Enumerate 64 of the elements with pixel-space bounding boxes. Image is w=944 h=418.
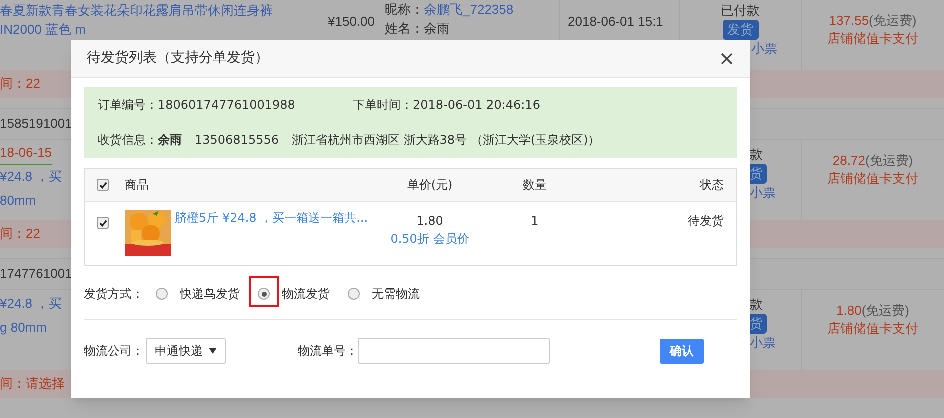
confirm-button[interactable]: 确认 — [660, 338, 704, 364]
item-status: 待发货 — [687, 213, 724, 230]
payment-status: 款 — [750, 146, 763, 164]
payment-method: 店铺储值卡支付 — [828, 170, 918, 188]
order-amount: 137.55(免运费) — [829, 12, 917, 30]
shipping-option[interactable]: 物流发货 — [282, 285, 330, 303]
product-link[interactable]: 80mm — [0, 189, 36, 213]
buyer-name: 姓名：余雨 — [385, 20, 451, 38]
product-link[interactable]: g 80mm — [0, 316, 47, 340]
order-date: 2018-06-01 15:1 — [568, 14, 664, 29]
shipping-option[interactable]: 快递鸟发货 — [180, 285, 240, 303]
receiver-phone: 13506815556 — [195, 132, 279, 150]
column-header: 商品 — [125, 177, 150, 194]
product-link[interactable]: ¥24.8 ，买 — [0, 165, 62, 189]
radio-button[interactable] — [156, 288, 168, 300]
payment-method: 店铺储值卡支付 — [828, 30, 918, 48]
product-link[interactable]: IN2000 蓝色 m — [0, 20, 86, 39]
receipt-link[interactable]: 小票 — [750, 184, 776, 202]
dropdown-arrow-icon — [209, 348, 217, 354]
column-header: 状态 — [699, 177, 724, 194]
column-header: 单价(元) — [406, 177, 454, 194]
product-link[interactable]: 春夏新款青春女装花朵印花露肩吊带休闲连身裤 — [0, 1, 273, 20]
price: ¥150.00 — [328, 13, 375, 31]
ship-button[interactable]: 货 — [750, 164, 767, 184]
product-link[interactable]: 脐橙5斤 ¥24.8 ，买一箱送一箱共... — [175, 210, 368, 256]
radio-button[interactable] — [348, 288, 360, 300]
checkbox[interactable] — [97, 217, 109, 229]
member-discount: 0.50折 会员价 — [390, 231, 470, 248]
order-amount: 28.72(免运费) — [832, 152, 914, 170]
order-time: 下单时间：2018-06-01 20:46:16 — [353, 96, 540, 114]
close-icon[interactable] — [720, 52, 734, 66]
receipt-link[interactable]: 小票 — [752, 40, 778, 58]
check-icon — [98, 180, 108, 190]
quantity: 1 — [530, 213, 540, 230]
company-label: 物流公司： — [84, 343, 144, 360]
receiver-name: 收货信息：余雨 — [98, 132, 182, 150]
order-number: 订单编号：180601747761001988 — [98, 96, 296, 114]
payment-status: 款 — [750, 296, 763, 314]
receipt-link[interactable]: 小票 — [750, 334, 776, 352]
delivery-time: 间：22 — [0, 225, 40, 244]
order-number: 1585191001 — [0, 115, 72, 134]
ship-button[interactable]: 货 — [750, 314, 767, 334]
nickname: 昵称：余鹏飞_722358 — [385, 1, 515, 19]
checkbox[interactable] — [97, 179, 109, 191]
tracking-number-field[interactable] — [358, 338, 550, 364]
column-header: 数量 — [522, 177, 548, 194]
unit-price: 1.80 — [416, 213, 444, 230]
shipping-option[interactable]: 无需物流 — [372, 285, 420, 303]
dialog-title: 待发货列表（支持分单发货） — [87, 49, 269, 68]
shipping-method-label: 发货方式： — [84, 286, 144, 303]
delivery-date: 18-06-15 — [0, 142, 52, 165]
tracking-label: 物流单号： — [298, 343, 358, 360]
order-number: 1747761001 — [0, 265, 72, 284]
product-link[interactable]: ¥24.8 ，买 — [0, 292, 62, 316]
delivery-time: 间：请选择 — [0, 375, 65, 394]
receiver-address: 浙江省杭州市西湖区 浙大路38号 （浙江大学(玉泉校区)） — [292, 132, 600, 150]
delivery-time: 间：22 — [0, 75, 40, 94]
radio-button[interactable] — [258, 288, 270, 300]
company-select[interactable]: 申通快递 — [146, 338, 226, 364]
payment-status: 已付款 — [721, 2, 760, 20]
order-amount: 1.80(免运费) — [836, 302, 910, 320]
ship-button[interactable]: 发货 — [722, 20, 758, 40]
payment-method: 店铺储值卡支付 — [828, 320, 918, 338]
check-icon — [98, 218, 108, 228]
